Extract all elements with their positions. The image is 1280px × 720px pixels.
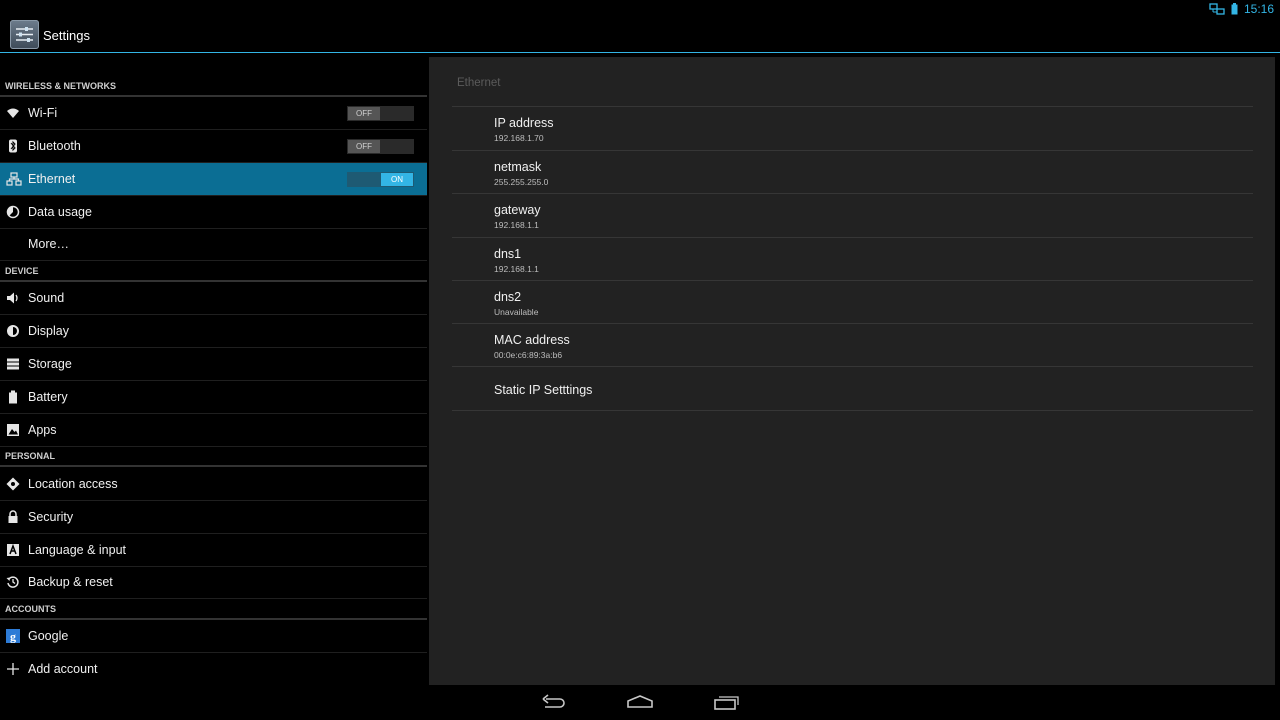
battery-status-icon — [1231, 2, 1238, 15]
info-row-ip-address[interactable]: IP address 192.168.1.70 — [452, 107, 1253, 150]
bluetooth-icon — [6, 139, 20, 153]
settings-item-display[interactable]: Display — [0, 315, 427, 348]
google-label: Google — [28, 629, 69, 643]
static-ip-settings-label: Static IP Setttings — [494, 383, 593, 397]
navigation-bar — [0, 686, 1280, 720]
backup-label: Backup & reset — [28, 575, 113, 589]
settings-item-wifi[interactable]: Wi-Fi OFF — [0, 97, 427, 130]
backup-icon — [6, 575, 20, 589]
battery-icon — [6, 390, 20, 404]
section-header-wireless: WIRELESS & NETWORKS — [0, 79, 427, 97]
divider — [452, 410, 1253, 411]
info-row-dns2[interactable]: dns2 Unavailable — [452, 281, 1253, 324]
svg-text:g: g — [10, 630, 16, 644]
row-title: dns1 — [494, 247, 522, 261]
ethernet-toggle-state: ON — [381, 173, 413, 186]
info-row-mac-address[interactable]: MAC address 00:0e:c6:89:3a:b6 — [452, 324, 1253, 367]
section-header-accounts: ACCOUNTS — [0, 602, 427, 620]
row-title: IP address — [494, 116, 554, 130]
row-value: 192.168.1.70 — [494, 133, 544, 143]
data-usage-label: Data usage — [28, 205, 92, 219]
battery-label: Battery — [28, 390, 68, 404]
apps-icon — [6, 423, 20, 437]
bluetooth-label: Bluetooth — [28, 139, 81, 153]
home-button[interactable] — [620, 692, 660, 714]
ethernet-detail-pane: Ethernet IP address 192.168.1.70 netmask… — [429, 57, 1275, 685]
data-usage-icon — [6, 205, 20, 219]
section-header-personal: PERSONAL — [0, 449, 427, 467]
section-header-device: DEVICE — [0, 264, 427, 282]
row-value: Unavailable — [494, 307, 539, 317]
wifi-toggle-state: OFF — [348, 107, 380, 120]
settings-list: WIRELESS & NETWORKS Wi-Fi OFF Bluetooth … — [0, 53, 427, 685]
plus-icon — [6, 662, 20, 676]
location-label: Location access — [28, 477, 118, 491]
wifi-toggle[interactable]: OFF — [347, 106, 414, 121]
wifi-icon — [6, 106, 20, 120]
settings-item-storage[interactable]: Storage — [0, 348, 427, 381]
back-button[interactable] — [534, 692, 574, 714]
row-value: 192.168.1.1 — [494, 264, 539, 274]
settings-item-data-usage[interactable]: Data usage — [0, 196, 427, 229]
settings-item-language[interactable]: Language & input — [0, 534, 427, 567]
settings-item-sound[interactable]: Sound — [0, 282, 427, 315]
settings-item-google[interactable]: g Google — [0, 620, 427, 653]
pane-title: Ethernet — [457, 77, 501, 89]
sound-icon — [6, 291, 20, 305]
storage-label: Storage — [28, 357, 72, 371]
row-title: netmask — [494, 160, 542, 174]
language-label: Language & input — [28, 543, 127, 557]
row-value: 192.168.1.1 — [494, 220, 539, 230]
settings-item-battery[interactable]: Battery — [0, 381, 427, 414]
settings-item-more[interactable]: More… — [0, 228, 427, 261]
ethernet-toggle[interactable]: ON — [347, 172, 414, 187]
row-title: MAC address — [494, 333, 570, 347]
info-row-gateway[interactable]: gateway 192.168.1.1 — [452, 194, 1253, 237]
row-value: 00:0e:c6:89:3a:b6 — [494, 350, 563, 360]
settings-item-bluetooth[interactable]: Bluetooth OFF — [0, 130, 427, 163]
location-icon — [6, 477, 20, 491]
page-title: Settings — [43, 28, 90, 43]
settings-item-security[interactable]: Security — [0, 501, 427, 534]
back-icon — [534, 692, 574, 714]
row-value: 255.255.255.0 — [494, 177, 549, 187]
ethernet-label: Ethernet — [28, 172, 76, 186]
apps-label: Apps — [28, 423, 57, 437]
ethernet-status-icon — [1209, 2, 1225, 15]
settings-item-add-account[interactable]: Add account — [0, 653, 427, 686]
ethernet-icon — [6, 172, 22, 186]
language-icon — [6, 543, 20, 557]
status-icons: 15:16 — [1209, 0, 1274, 17]
bluetooth-toggle-state: OFF — [348, 140, 380, 153]
clock: 15:16 — [1243, 1, 1274, 16]
settings-item-apps[interactable]: Apps — [0, 414, 427, 447]
add-account-label: Add account — [28, 662, 98, 676]
home-icon — [620, 692, 660, 714]
settings-item-ethernet[interactable]: Ethernet ON — [0, 163, 427, 196]
status-bar: 15:16 — [0, 0, 1280, 17]
lock-icon — [6, 510, 20, 524]
settings-item-location[interactable]: Location access — [0, 468, 427, 501]
recent-apps-button[interactable] — [706, 692, 746, 714]
display-icon — [6, 324, 20, 338]
google-icon: g — [6, 629, 20, 643]
static-ip-settings-row[interactable]: Static IP Setttings — [452, 367, 1253, 410]
action-bar: Settings — [0, 17, 1280, 53]
wifi-label: Wi-Fi — [28, 106, 58, 120]
row-title: dns2 — [494, 290, 522, 304]
info-row-netmask[interactable]: netmask 255.255.255.0 — [452, 151, 1253, 194]
settings-item-backup[interactable]: Backup & reset — [0, 566, 427, 599]
display-label: Display — [28, 324, 69, 338]
settings-app-icon[interactable] — [10, 20, 39, 49]
storage-icon — [6, 357, 20, 371]
bluetooth-toggle[interactable]: OFF — [347, 139, 414, 154]
sound-label: Sound — [28, 291, 65, 305]
security-label: Security — [28, 510, 74, 524]
row-title: gateway — [494, 203, 541, 217]
info-row-dns1[interactable]: dns1 192.168.1.1 — [452, 238, 1253, 281]
recent-apps-icon — [706, 692, 746, 714]
more-label: More… — [28, 237, 69, 251]
